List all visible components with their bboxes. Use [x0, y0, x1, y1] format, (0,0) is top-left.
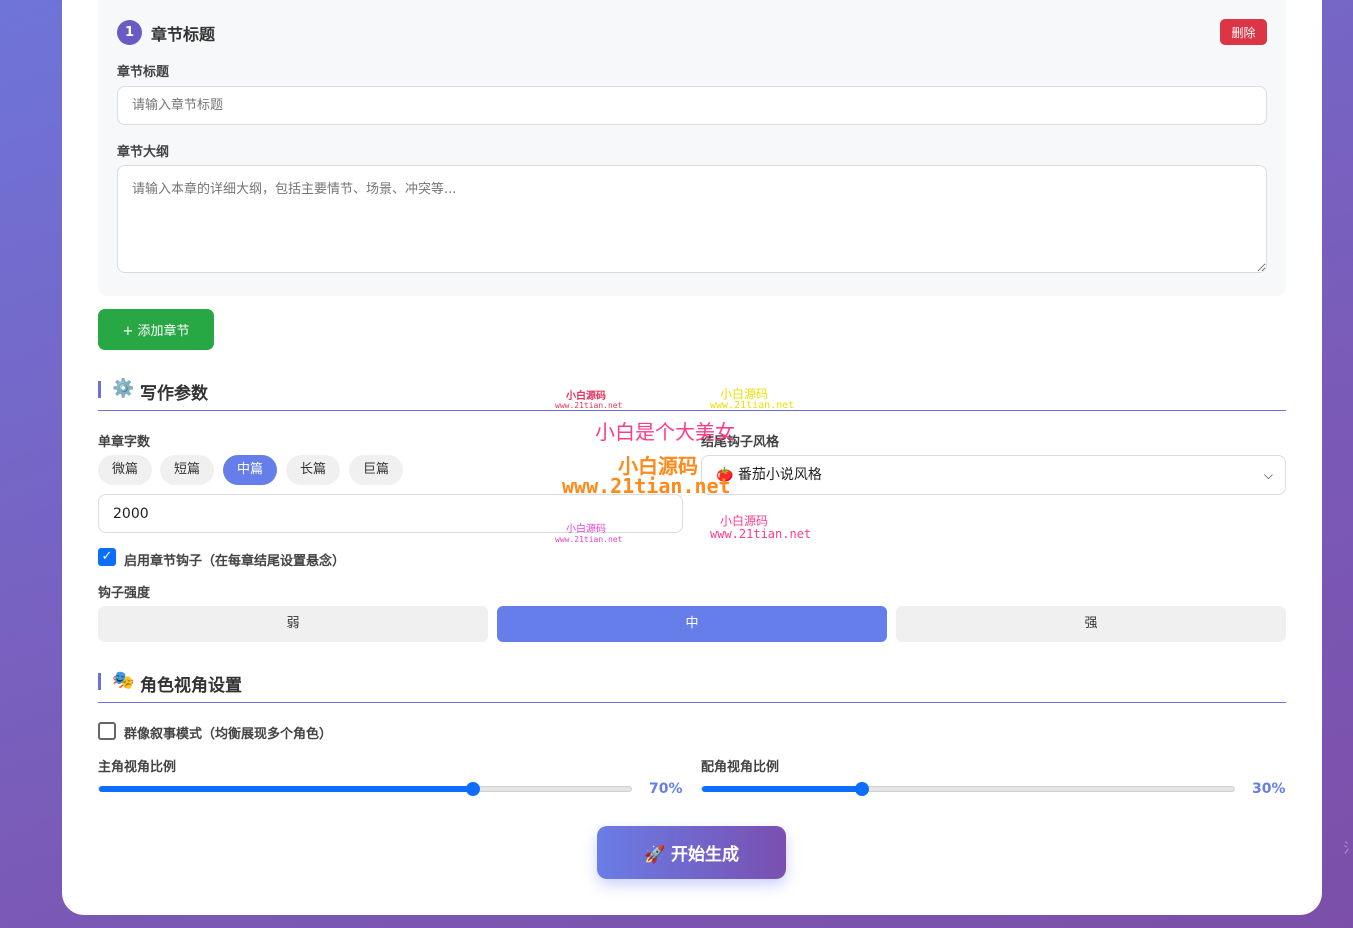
watermark-brand: 小白源码	[566, 524, 606, 535]
protagonist-ratio-value: 70%	[649, 781, 683, 797]
perspective-header: 🎭 角色视角设置	[98, 669, 1286, 696]
chapter-outline-textarea[interactable]	[117, 165, 1267, 273]
slider-fill	[702, 786, 863, 792]
writing-params-title: 写作参数	[140, 384, 208, 404]
hook-strength-weak[interactable]: 弱	[98, 606, 488, 642]
word-count-label: 单章字数	[98, 435, 151, 450]
protagonist-ratio-slider[interactable]	[98, 782, 632, 796]
section-accent-bar	[98, 381, 101, 398]
supporting-ratio-value: 30%	[1252, 781, 1286, 797]
length-option-long[interactable]: 长篇	[286, 455, 340, 485]
slider-thumb[interactable]	[465, 782, 480, 796]
length-option-medium[interactable]: 中篇	[223, 455, 277, 485]
supporting-ratio-slider[interactable]	[701, 782, 1235, 796]
section-divider	[98, 410, 1286, 411]
watermark-url: www.21tian.net	[710, 400, 795, 411]
slider-fill	[99, 786, 473, 792]
masks-icon: 🎭	[112, 670, 135, 691]
chapter-heading: 章节标题	[151, 25, 216, 44]
supporting-ratio-label: 配角视角比例	[701, 760, 780, 775]
chapter-outline-label: 章节大纲	[117, 145, 170, 160]
watermark-url: www.21tian.net	[555, 401, 623, 410]
perspective-title: 角色视角设置	[140, 676, 242, 696]
add-chapter-button[interactable]: + 添加章节	[98, 309, 214, 350]
delete-chapter-button[interactable]: 删除	[1220, 19, 1267, 45]
hook-strength-strong[interactable]: 强	[896, 606, 1286, 642]
enable-hook-label: 启用章节钩子（在每章结尾设置悬念）	[124, 554, 346, 569]
ensemble-mode-checkbox[interactable]	[98, 722, 116, 740]
chapter-number-badge: 1	[117, 20, 142, 45]
protagonist-ratio-label: 主角视角比例	[98, 760, 177, 775]
ensemble-mode-label: 群像叙事模式（均衡展现多个角色）	[124, 727, 333, 742]
ending-hook-selected: 🍅 番茄小说风格	[716, 467, 822, 483]
ending-hook-select[interactable]: 🍅 番茄小说风格 ⌵	[701, 455, 1286, 495]
enable-hook-checkbox[interactable]: ✓	[98, 548, 116, 566]
watermark-url: www.21tian.net	[710, 527, 812, 541]
chapter-title-label: 章节标题	[117, 65, 170, 80]
length-option-epic[interactable]: 巨篇	[349, 455, 403, 485]
chevron-down-icon: ⌵	[1263, 468, 1273, 482]
watermark-url: www.21tian.net	[555, 535, 623, 544]
gear-icon: ⚙️	[112, 378, 135, 399]
watermark-url: www.21tian.net	[562, 474, 731, 498]
length-option-micro[interactable]: 微篇	[98, 455, 152, 485]
section-accent-bar	[98, 673, 101, 690]
chapter-title-input[interactable]	[117, 86, 1267, 125]
length-option-short[interactable]: 短篇	[160, 455, 214, 485]
edge-decoration: 氵	[1343, 841, 1353, 857]
section-divider	[98, 702, 1286, 703]
start-generate-button[interactable]: 🚀 开始生成	[597, 826, 786, 879]
hook-strength-medium[interactable]: 中	[497, 606, 887, 642]
watermark-main: 小白是个大美女	[595, 420, 735, 444]
watermark-brand: 小白源码	[566, 391, 606, 402]
writing-params-header: ⚙️ 写作参数	[98, 377, 1286, 404]
hook-strength-label: 钩子强度	[98, 586, 151, 601]
